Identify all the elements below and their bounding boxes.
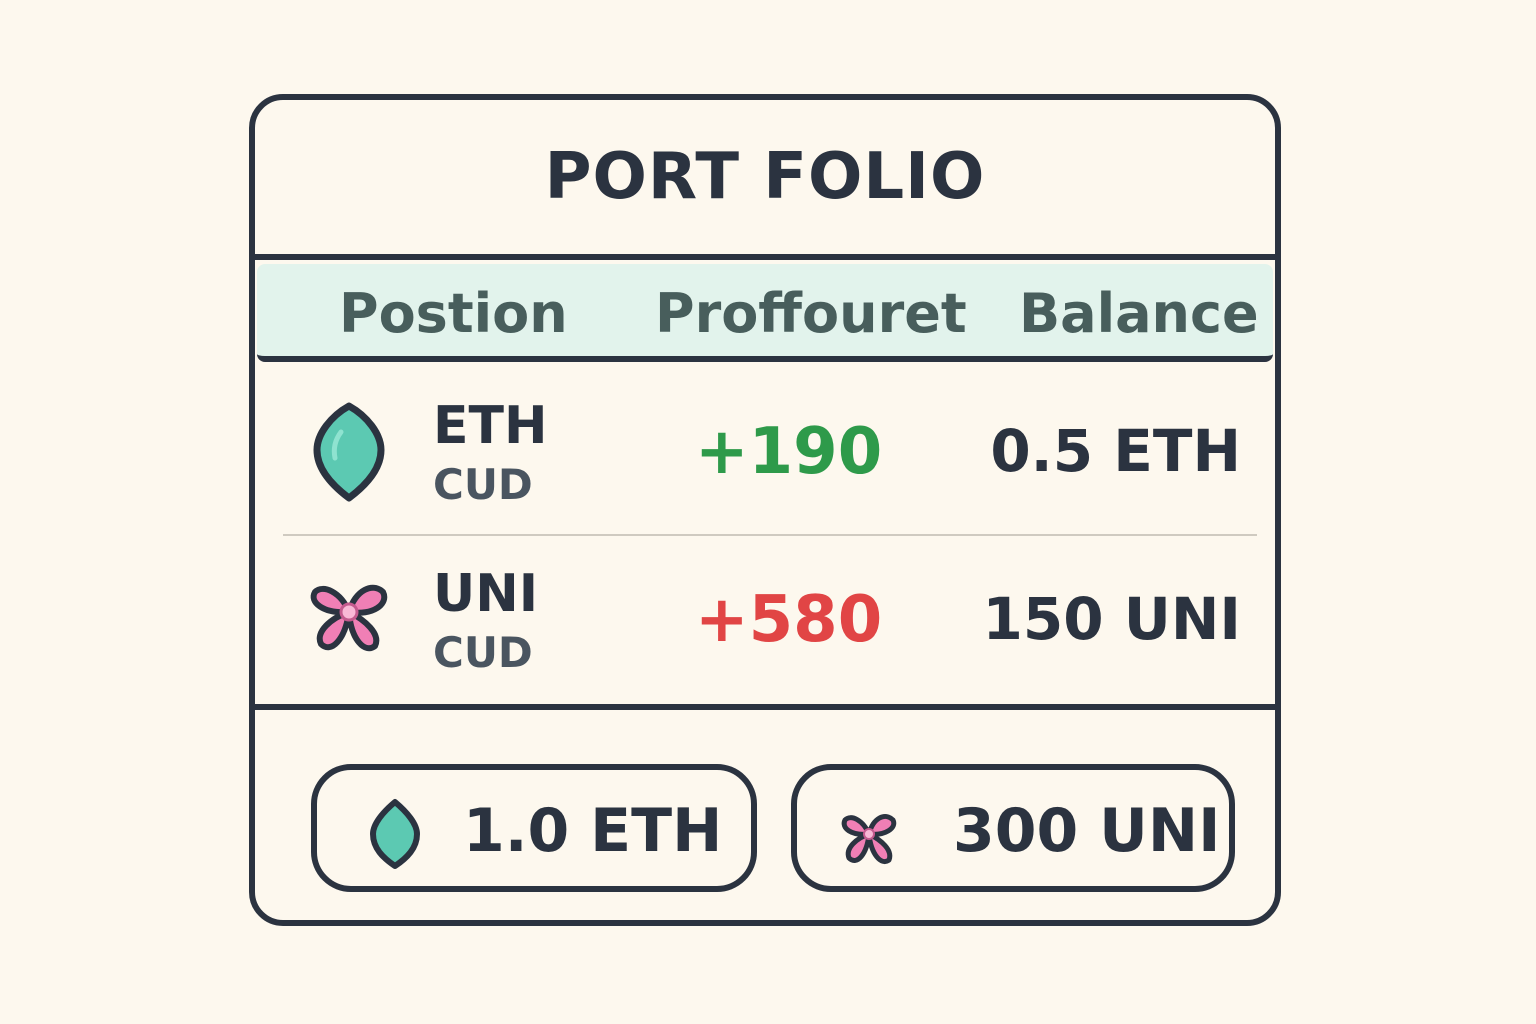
profit-value: +580 xyxy=(695,583,883,657)
eth-gem-icon xyxy=(313,402,385,502)
column-header-position: Postion xyxy=(339,282,568,345)
title-bar: PORT FOLIO xyxy=(255,100,1275,260)
footer-divider xyxy=(255,704,1275,710)
column-header-profit: Proffouret xyxy=(655,282,967,345)
portfolio-card: PORT FOLIO Postion Proffouret Balance ET… xyxy=(249,94,1281,926)
uni-total-label: 300 UNI xyxy=(953,796,1221,866)
asset-symbol: UNI xyxy=(433,564,539,624)
asset-subtitle: CUD xyxy=(433,628,533,677)
portfolio-title: PORT FOLIO xyxy=(544,140,986,214)
eth-total-label: 1.0 ETH xyxy=(463,796,723,866)
eth-total-button[interactable]: 1.0 ETH xyxy=(311,764,757,892)
uni-flower-icon xyxy=(841,814,897,864)
eth-gem-icon xyxy=(370,799,420,869)
row-divider xyxy=(283,534,1257,536)
balance-value: 0.5 ETH xyxy=(990,417,1241,485)
table-row-uni[interactable]: UNI CUD +580 150 UNI xyxy=(255,538,1275,704)
uni-total-button[interactable]: 300 UNI xyxy=(791,764,1235,892)
column-header-balance: Balance xyxy=(1019,282,1259,345)
asset-symbol: ETH xyxy=(433,396,548,456)
profit-value: +190 xyxy=(695,415,883,489)
balance-value: 150 UNI xyxy=(982,585,1241,653)
table-header: Postion Proffouret Balance xyxy=(257,264,1273,362)
uni-flower-icon xyxy=(310,584,388,651)
asset-subtitle: CUD xyxy=(433,460,533,509)
table-row-eth[interactable]: ETH CUD +190 0.5 ETH xyxy=(255,370,1275,536)
